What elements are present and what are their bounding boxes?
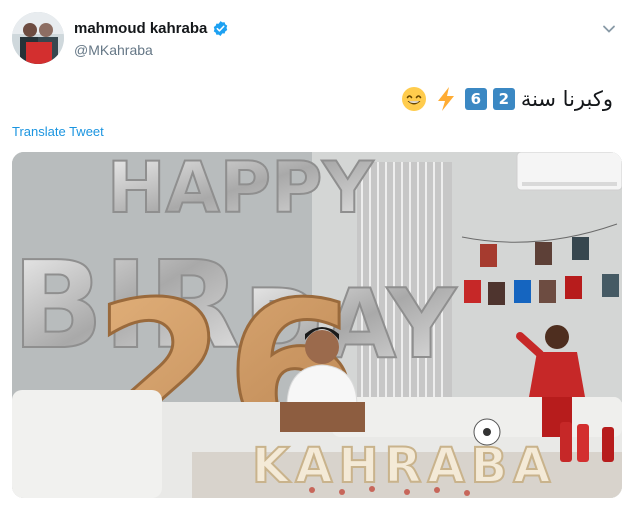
translate-tweet-link[interactable]: Translate Tweet <box>12 124 104 139</box>
balloon-top-text: HAPPY <box>107 152 374 229</box>
tweet-header: mahmoud kahraba @MKahraba <box>12 12 622 72</box>
high-voltage-icon <box>437 87 454 111</box>
birthday-photo-illustration: HAPPY BIR DAY 26 KAHRABA <box>12 152 622 498</box>
display-name[interactable]: mahmoud kahraba <box>74 20 229 37</box>
keycap-six: 6 <box>464 88 487 110</box>
avatar[interactable] <box>12 12 64 64</box>
tweet-text: 6 2 وكبرنا سنة <box>401 84 613 114</box>
tweet-words: وكبرنا سنة <box>520 87 613 111</box>
grinning-face-with-smiling-eyes-icon <box>401 87 426 111</box>
verified-badge-icon <box>214 21 228 36</box>
chevron-down-icon[interactable] <box>602 22 616 36</box>
author-handle[interactable]: @MKahraba <box>74 42 153 58</box>
tweet-photo[interactable]: HAPPY BIR DAY 26 KAHRABA <box>12 152 622 498</box>
author-name: mahmoud kahraba <box>74 20 208 37</box>
marquee-letters-text: KAHRABA <box>252 438 556 494</box>
keycap-two: 2 <box>492 88 515 110</box>
